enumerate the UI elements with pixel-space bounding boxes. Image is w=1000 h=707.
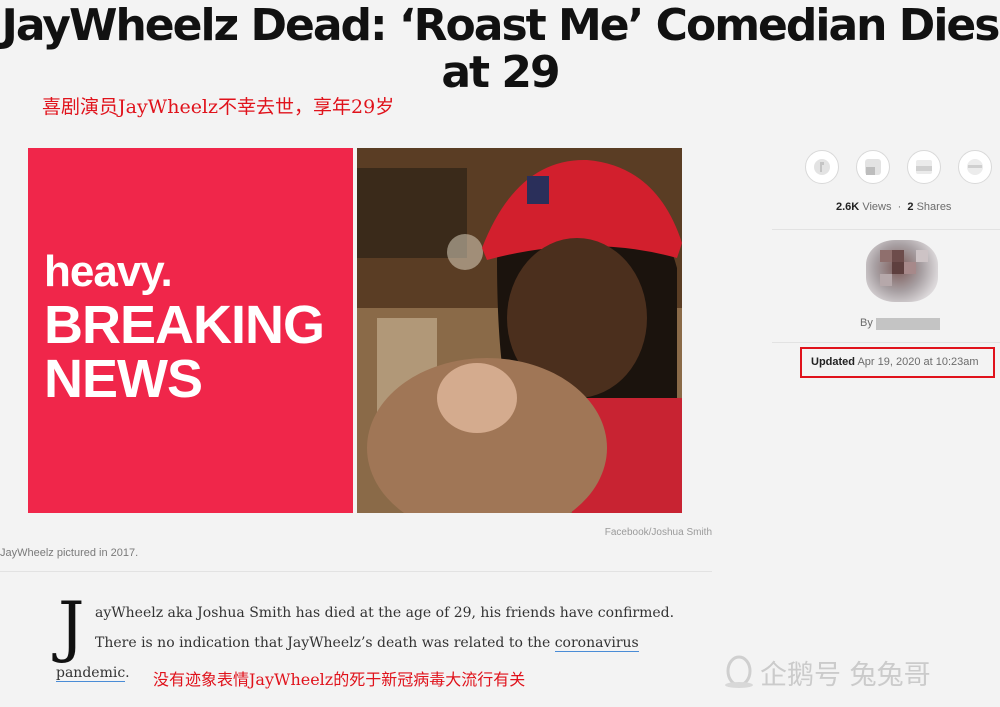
breaking-label-line1: BREAKING [44,295,325,355]
blurred-avatar-pixels [880,250,928,286]
divider [0,571,712,572]
email-share-button[interactable] [907,150,941,184]
twitter-share-button[interactable] [856,150,890,184]
pandemic-link[interactable]: pandemic [56,665,126,682]
sidebar-divider [772,229,1000,230]
breaking-label-line2: NEWS [44,349,203,409]
body-text: There is no indication that JayWheelz’s … [95,635,555,651]
comment-share-button[interactable] [958,150,992,184]
watermark-text: 企鹅号 兔兔哥 [760,660,931,691]
views-count: 2.6K [836,201,860,213]
comment-icon [967,159,983,175]
email-icon [916,160,932,174]
article-headline: JayWheelz Dead: ‘Roast Me’ Comedian Dies… [1,0,1000,98]
twitter-icon [865,159,881,175]
annotation-cn-title: 喜剧演员JayWheelz不幸去世，享年29岁 [42,96,395,118]
photo-caption: JayWheelz pictured in 2017. [0,547,139,559]
shares-label: Shares [916,201,952,213]
hero-photo [357,148,682,513]
drop-cap: J [58,588,85,665]
shares-count: 2 [907,201,914,213]
person-photo-illustration [357,148,682,513]
photo-credit: Facebook/Joshua Smith [604,527,712,538]
facebook-share-button[interactable] [805,150,839,184]
updated-label: Updated [811,356,855,368]
coronavirus-link[interactable]: coronavirus [554,635,639,652]
updated-timestamp: Updated Apr 19, 2020 at 10:23am [800,347,995,378]
annotation-cn-note: 没有迹象表情JayWheelz的死于新冠病毒大流行有关 [153,670,526,689]
article-body-line: pandemic. [56,665,130,682]
view-share-stats: 2.6K Views · 2 Shares [836,201,951,213]
article-body-line: There is no indication that JayWheelz’s … [95,635,639,652]
author-name-redacted[interactable] [876,318,940,330]
stats-separator: · [897,201,902,213]
sidebar-divider [772,342,1000,343]
updated-date: Apr 19, 2020 at 10:23am [857,356,979,368]
author-avatar[interactable] [866,240,938,302]
breaking-news-label: BREAKING NEWS [44,295,325,409]
facebook-icon [814,159,830,175]
article-body-line: ayWheelz aka Joshua Smith has died at th… [95,605,675,621]
views-label: Views [862,201,892,213]
author-by-label: By [860,317,873,329]
breaking-news-graphic: heavy. BREAKING NEWS [28,148,353,513]
heavy-logo: heavy. [44,247,173,296]
penguin-watermark-icon [725,655,753,688]
body-text: . [125,665,130,681]
